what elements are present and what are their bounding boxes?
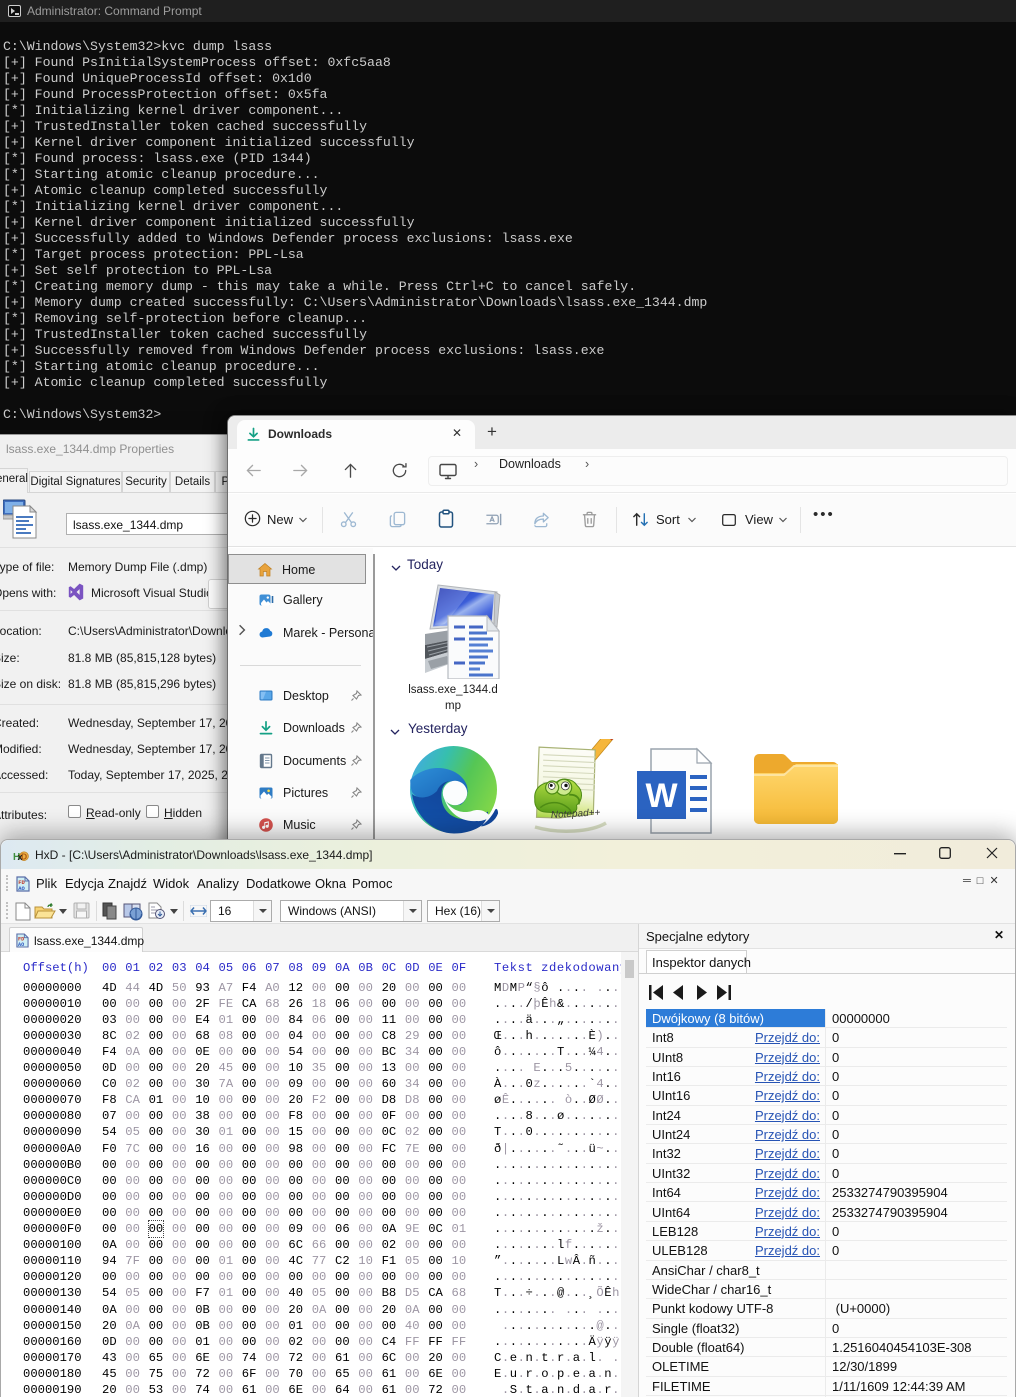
svg-text:AO: AO xyxy=(18,942,24,948)
svg-text:Notepad++: Notepad++ xyxy=(551,807,601,821)
svg-text:W: W xyxy=(645,777,678,815)
svg-text:AO: AO xyxy=(18,885,25,892)
svg-text:x: x xyxy=(18,852,23,862)
